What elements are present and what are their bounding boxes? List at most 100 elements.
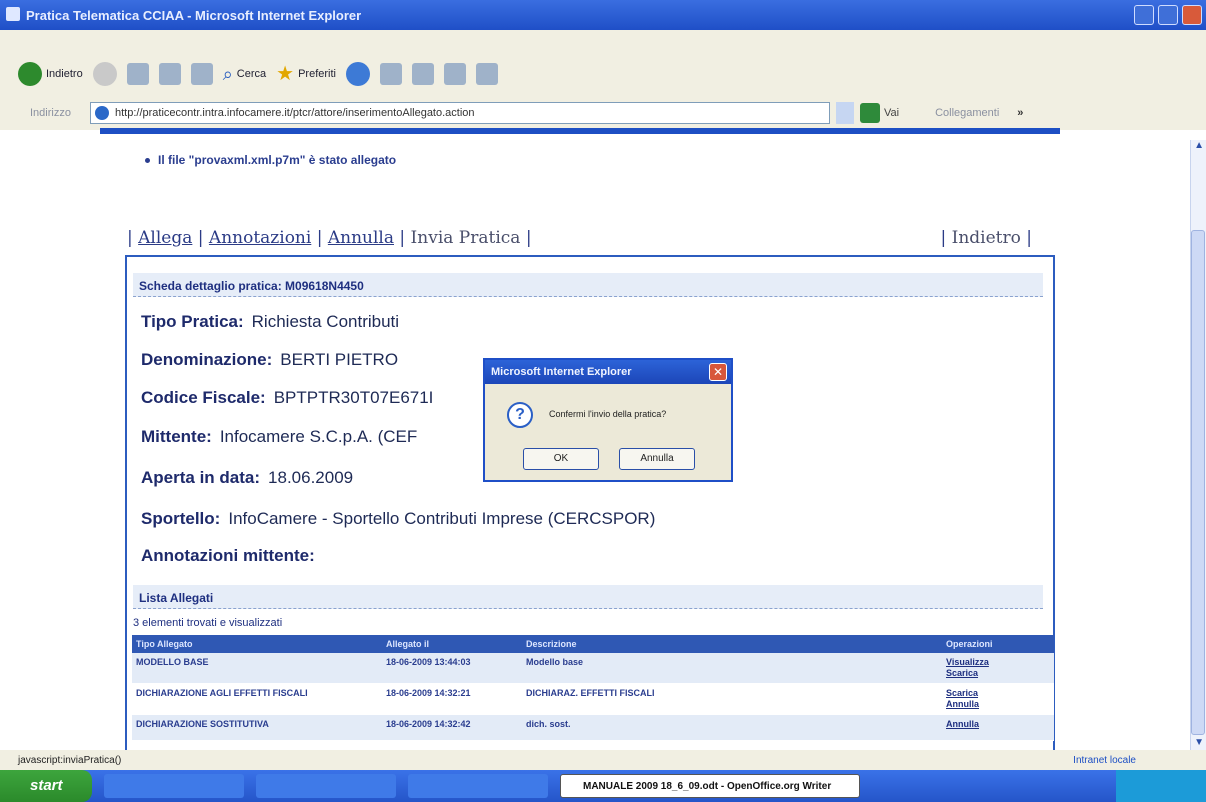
print-icon[interactable] bbox=[411, 63, 434, 85]
security-zone: Intranet locale bbox=[1073, 754, 1136, 766]
search-label: Cerca bbox=[236, 68, 267, 80]
address-label: Indirizzo bbox=[30, 107, 71, 119]
ok-button[interactable]: OK bbox=[523, 448, 599, 470]
scroll-thumb[interactable] bbox=[1191, 230, 1205, 735]
field-tipo-pratica: Tipo Pratica: Richiesta Contributi bbox=[141, 312, 400, 331]
refresh-icon[interactable] bbox=[158, 63, 181, 85]
back-button[interactable]: Indietro bbox=[18, 62, 83, 86]
search-icon: ⌕ bbox=[222, 63, 233, 84]
minimize-icon[interactable] bbox=[1134, 5, 1154, 25]
address-dropdown-icon[interactable] bbox=[836, 102, 854, 124]
search-button[interactable]: ⌕ Cerca bbox=[223, 64, 266, 85]
status-text: javascript:inviaPratica() bbox=[18, 754, 122, 766]
attachments-table: Tipo Allegato Allegato il Descrizione Op… bbox=[132, 635, 1054, 741]
nav-separator: | bbox=[316, 228, 323, 248]
attachments-count: 3 elementi trovati e visualizzati bbox=[133, 617, 283, 629]
cell-data: 18-06-2009 14:32:21 bbox=[382, 683, 522, 715]
address-bar: Indirizzo http://praticecontr.intra.info… bbox=[0, 96, 1206, 130]
field-aperta-in-data: Aperta in data: 18.06.2009 bbox=[141, 468, 354, 487]
table-header-row: Tipo Allegato Allegato il Descrizione Op… bbox=[132, 635, 1054, 653]
annulla-link[interactable]: Annulla bbox=[328, 228, 394, 248]
links-chevron-icon[interactable]: » bbox=[1017, 107, 1023, 119]
indietro-link[interactable]: Indietro bbox=[952, 228, 1021, 248]
col-operazioni: Operazioni bbox=[942, 635, 1054, 653]
address-input[interactable]: http://praticecontr.intra.infocamere.it/… bbox=[90, 102, 830, 124]
taskbar-item[interactable] bbox=[104, 774, 244, 798]
maximize-icon[interactable] bbox=[1158, 5, 1178, 25]
cell-data: 18-06-2009 14:32:42 bbox=[382, 714, 522, 741]
cell-operazioni: Annulla bbox=[942, 714, 1054, 741]
taskbar-item[interactable] bbox=[256, 774, 396, 798]
allega-link[interactable]: Allega bbox=[138, 228, 192, 248]
messenger-icon[interactable] bbox=[475, 63, 498, 85]
home-icon[interactable] bbox=[190, 63, 213, 85]
col-allegato-il[interactable]: Allegato il bbox=[382, 635, 522, 653]
bullet-icon bbox=[145, 158, 150, 164]
back-label: Indietro bbox=[46, 68, 83, 80]
annulla-row-link[interactable]: Annulla bbox=[946, 699, 1050, 710]
field-denominazione: Denominazione: BERTI PIETRO bbox=[141, 350, 399, 369]
back-arrow-icon bbox=[18, 62, 42, 86]
cell-descrizione: dich. sost. bbox=[522, 714, 942, 741]
nav-separator: | bbox=[197, 228, 204, 248]
attachments-title: Lista Allegati bbox=[133, 585, 1043, 609]
cell-tipo: DICHIARAZIONE AGLI EFFETTI FISCALI bbox=[132, 683, 382, 715]
invia-pratica-link[interactable]: Invia Pratica bbox=[411, 228, 521, 248]
go-button[interactable]: Vai bbox=[884, 107, 899, 119]
col-descrizione[interactable]: Descrizione bbox=[522, 635, 942, 653]
annulla-row-link[interactable]: Annulla bbox=[946, 719, 1050, 730]
address-url: http://praticecontr.intra.infocamere.it/… bbox=[115, 107, 475, 119]
window-title: Pratica Telematica CCIAA - Microsoft Int… bbox=[26, 7, 362, 23]
favorites-button[interactable]: ★ Preferiti bbox=[276, 64, 336, 84]
cell-tipo: MODELLO BASE bbox=[132, 653, 382, 684]
forward-button[interactable] bbox=[92, 62, 117, 86]
back-nav: | Indietro | bbox=[940, 228, 1032, 248]
cell-data: 18-06-2009 13:44:03 bbox=[382, 653, 522, 684]
mail-icon[interactable] bbox=[379, 63, 402, 85]
go-arrow-icon[interactable] bbox=[860, 103, 880, 123]
page-header-strip bbox=[100, 128, 1060, 134]
links-label[interactable]: Collegamenti bbox=[935, 107, 999, 119]
scarica-link[interactable]: Scarica bbox=[946, 668, 1050, 679]
cell-descrizione: DICHIARAZ. EFFETTI FISCALI bbox=[522, 683, 942, 715]
taskbar: start MANUALE 2009 18_6_09.odt - OpenOff… bbox=[0, 770, 1206, 802]
question-icon: ? bbox=[507, 402, 533, 428]
practice-detail-panel: Scheda dettaglio pratica: M09618N4450 Ti… bbox=[125, 255, 1055, 765]
action-nav: | Allega | Annotazioni | Annulla | Invia… bbox=[127, 228, 1062, 248]
media-icon[interactable] bbox=[345, 62, 370, 86]
taskbar-item[interactable] bbox=[408, 774, 548, 798]
system-tray bbox=[1116, 770, 1206, 802]
close-icon[interactable] bbox=[1182, 5, 1202, 25]
favorites-label: Preferiti bbox=[298, 68, 336, 80]
dialog-message: Confermi l'invio della pratica? bbox=[549, 409, 667, 419]
cancel-button[interactable]: Annulla bbox=[619, 448, 695, 470]
edit-icon[interactable] bbox=[443, 63, 466, 85]
taskbar-item-active[interactable]: MANUALE 2009 18_6_09.odt - OpenOffice.or… bbox=[560, 774, 860, 798]
start-button[interactable]: start bbox=[0, 770, 92, 802]
browser-toolbar: Indietro ⌕ Cerca ★ Preferiti bbox=[0, 52, 1206, 96]
nav-separator: | bbox=[127, 228, 133, 248]
field-codice-fiscale: Codice Fiscale: BPTPTR30T07E671I bbox=[141, 388, 434, 407]
dialog-close-icon[interactable]: ✕ bbox=[709, 363, 727, 381]
menu-bar bbox=[0, 30, 1206, 52]
ie-icon bbox=[6, 7, 20, 21]
panel-title: Scheda dettaglio pratica: M09618N4450 bbox=[133, 273, 1043, 297]
scroll-down-icon[interactable]: ▼ bbox=[1194, 737, 1204, 748]
col-tipo-allegato[interactable]: Tipo Allegato bbox=[132, 635, 382, 653]
visualizza-link[interactable]: Visualizza bbox=[946, 657, 1050, 668]
status-bar: javascript:inviaPratica() Intranet local… bbox=[0, 750, 1206, 770]
table-row: MODELLO BASE 18-06-2009 13:44:03 Modello… bbox=[132, 653, 1054, 684]
cell-operazioni: Visualizza Scarica bbox=[942, 653, 1054, 684]
field-sportello: Sportello: InfoCamere - Sportello Contrib… bbox=[141, 509, 656, 528]
field-mittente: Mittente: Infocamere S.C.p.A. (CEF bbox=[141, 427, 418, 446]
star-icon: ★ bbox=[276, 63, 295, 85]
window-titlebar: Pratica Telematica CCIAA - Microsoft Int… bbox=[0, 0, 1206, 30]
scroll-up-icon[interactable]: ▲ bbox=[1194, 140, 1204, 151]
notice-text: Il file "provaxml.xml.p7m" è stato alleg… bbox=[158, 153, 397, 167]
annotazioni-link[interactable]: Annotazioni bbox=[209, 228, 311, 248]
scarica-link[interactable]: Scarica bbox=[946, 688, 1050, 699]
stop-icon[interactable] bbox=[126, 63, 149, 85]
nav-separator: | bbox=[525, 228, 532, 248]
field-annotazioni-mittente: Annotazioni mittente: bbox=[141, 546, 315, 565]
attachment-notice: Il file "provaxml.xml.p7m" è stato alleg… bbox=[145, 153, 396, 167]
